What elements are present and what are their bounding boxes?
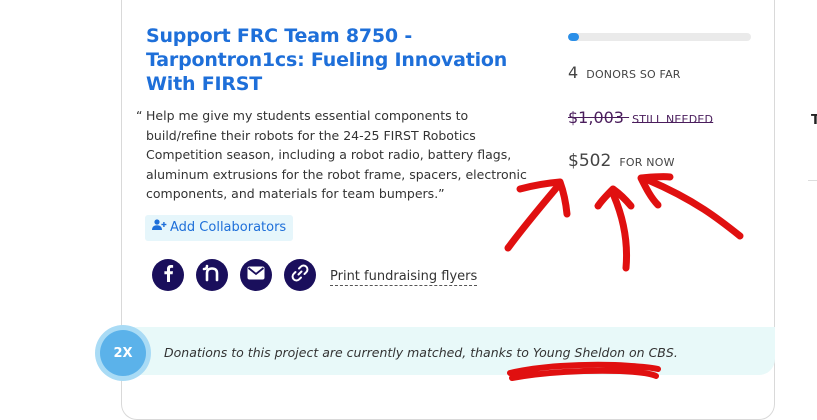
copy-link-button[interactable]: [284, 259, 316, 291]
quote-text: Help me give my students essential compo…: [146, 108, 527, 201]
funding-progress-bar: [568, 33, 751, 41]
email-share-button[interactable]: [240, 259, 272, 291]
for-now-label: FOR NOW: [619, 156, 675, 169]
match-text: Donations to this project are currently …: [164, 345, 678, 360]
email-icon: [247, 266, 265, 285]
adjacent-panel-letter: T: [811, 113, 817, 128]
nextdoor-icon: [202, 264, 222, 287]
still-needed-amount: $1,003: [568, 108, 624, 127]
share-buttons: [152, 259, 316, 291]
quote-open-mark: “: [136, 108, 143, 123]
facebook-share-button[interactable]: [152, 259, 184, 291]
add-user-icon: [152, 215, 167, 241]
for-now-stat: $502 FOR NOW: [568, 151, 675, 171]
project-title[interactable]: Support FRC Team 8750 - Tarpontron1cs: F…: [146, 24, 556, 96]
funding-progress-fill: [568, 33, 579, 41]
donors-count: 4: [568, 63, 579, 82]
link-icon: [291, 264, 309, 287]
adjacent-panel-divider: [808, 180, 817, 181]
facebook-icon: [161, 264, 175, 287]
add-collaborators-button[interactable]: Add Collaborators: [145, 215, 294, 241]
still-needed-stat: $1,003 STILL NEEDED: [568, 108, 713, 127]
still-needed-label: STILL NEEDED: [632, 113, 714, 126]
nextdoor-share-button[interactable]: [196, 259, 228, 291]
print-flyers-link[interactable]: Print fundraising flyers: [330, 268, 478, 286]
match-badge: 2X: [100, 330, 146, 376]
donors-stat: 4 DONORS SO FAR: [568, 63, 681, 82]
for-now-amount: $502: [568, 151, 612, 171]
donors-label: DONORS SO FAR: [586, 68, 681, 81]
project-quote: “ Help me give my students essential com…: [136, 106, 534, 204]
add-collaborators-label: Add Collaborators: [170, 220, 287, 235]
